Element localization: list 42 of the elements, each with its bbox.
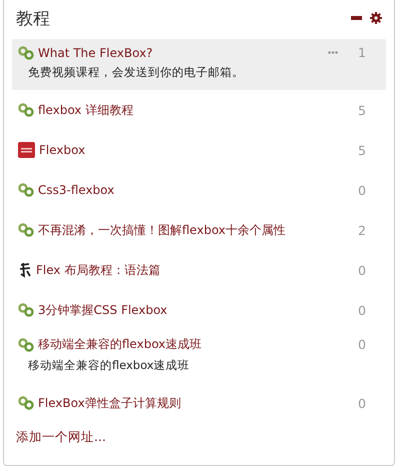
chain-link-icon (18, 46, 34, 60)
bookmark-link[interactable]: What The FlexBox? (38, 46, 324, 60)
click-count: 0 (357, 337, 366, 352)
bookmark-row[interactable]: FlexBox弹性盒子计算规则 0 (12, 383, 386, 423)
click-count: 2 (357, 222, 366, 238)
click-count: 0 (357, 302, 366, 318)
click-count: 0 (357, 262, 366, 278)
panel-title: 教程 (15, 8, 51, 30)
click-count: 5 (357, 102, 366, 118)
bookmark-row[interactable]: Css3-flexbox 0 (12, 170, 386, 210)
click-count: 5 (357, 142, 366, 158)
bookmark-row[interactable]: Flex 布局教程：语法篇 0 (12, 250, 386, 290)
chain-link-icon (18, 183, 34, 197)
bookmark-link[interactable]: 不再混淆，一次搞懂！图解flexbox十余个属性 (38, 222, 338, 238)
bookmark-row[interactable]: 不再混淆，一次搞懂！图解flexbox十余个属性 2 (12, 210, 386, 250)
bookmark-row[interactable]: flexbox 详细教程 5 (12, 90, 386, 130)
bookmark-row[interactable]: 3分钟掌握CSS Flexbox 0 (12, 290, 386, 330)
bookmark-description: 免费视频课程，会发送到你的电子邮箱。 (27, 64, 245, 81)
bookmark-description: 移动端全兼容的flexbox速成班 (27, 357, 191, 374)
logo-icon (18, 142, 35, 158)
settings-icon[interactable] (370, 12, 382, 24)
click-count: 0 (357, 182, 366, 198)
chain-link-icon (18, 303, 34, 317)
bookmark-link[interactable]: 移动端全兼容的flexbox速成班 (38, 336, 338, 353)
bookmark-row[interactable]: Flexbox 5 (12, 130, 386, 170)
bookmark-row[interactable]: What The FlexBox? 1 免费视频课程，会发送到你的电子邮箱。 (12, 39, 386, 90)
bookmark-link[interactable]: 3分钟掌握CSS Flexbox (38, 302, 338, 318)
bookmark-link[interactable]: flexbox 详细教程 (38, 102, 338, 118)
chain-link-icon (18, 103, 34, 117)
brush-stroke-icon (18, 262, 32, 278)
click-count: 0 (357, 396, 366, 410)
bookmark-link[interactable]: Flexbox (39, 143, 338, 157)
bookmark-row[interactable]: 移动端全兼容的flexbox速成班 0 移动端全兼容的flexbox速成班 (12, 330, 386, 383)
bookmark-link[interactable]: Css3-flexbox (38, 183, 338, 197)
add-url-link[interactable]: 添加一个网址... (12, 423, 110, 452)
chain-link-icon (18, 223, 34, 237)
chain-link-icon (18, 396, 34, 410)
more-icon[interactable] (328, 51, 338, 54)
bookmark-link[interactable]: Flex 布局教程：语法篇 (36, 262, 338, 278)
click-count: 1 (357, 45, 366, 60)
bookmark-link[interactable]: FlexBox弹性盒子计算规则 (38, 394, 338, 412)
chain-link-icon (18, 338, 34, 352)
